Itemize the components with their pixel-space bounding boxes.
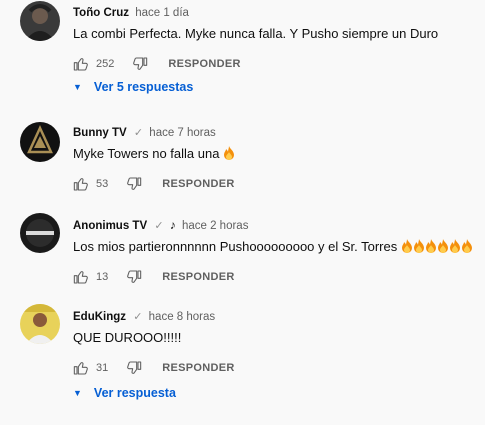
thumbs-up-icon[interactable]: [73, 269, 89, 285]
comment-body: Bunny TV ✓ hace 7 horas Myke Towers no f…: [73, 126, 485, 193]
thumbs-down-icon[interactable]: [126, 176, 142, 192]
comment-header: EduKingz ✓ hace 8 horas: [73, 310, 485, 324]
fire-emoji: [413, 239, 425, 253]
view-replies-button[interactable]: ▼ Ver respuesta: [73, 386, 176, 400]
verified-check-icon: ✓: [154, 220, 164, 232]
timestamp[interactable]: hace 2 horas: [182, 220, 249, 232]
fire-emoji: [461, 239, 473, 253]
music-note-icon: ♪: [169, 218, 176, 232]
comment-actions: 31 RESPONDER: [73, 359, 485, 377]
verified-check-icon: ✓: [133, 311, 143, 323]
thumbs-up-icon[interactable]: [73, 56, 89, 72]
comment-text: Los mios partieronnnnnn Pushooooooooo y …: [73, 238, 485, 256]
timestamp[interactable]: hace 7 horas: [149, 127, 216, 139]
comment-body: EduKingz ✓ hace 8 horas QUE DUROOO!!!!! …: [73, 310, 485, 377]
comment-actions: 53 RESPONDER: [73, 175, 485, 193]
comment-text-content: Myke Towers no falla una: [73, 146, 220, 161]
comment-text-content: Los mios partieronnnnnn Pushooooooooo y …: [73, 239, 398, 254]
author-name[interactable]: Toño Cruz: [73, 7, 129, 19]
view-replies-label: Ver 5 respuestas: [93, 80, 194, 94]
comment-text: Myke Towers no falla una: [73, 145, 485, 163]
view-replies-button[interactable]: ▼ Ver 5 respuestas: [73, 80, 193, 94]
like-count: 252: [96, 58, 115, 70]
author-name[interactable]: EduKingz: [73, 311, 126, 323]
thumbs-up-icon[interactable]: [73, 176, 89, 192]
verified-check-icon: ✓: [133, 127, 144, 139]
comment-actions: 13 RESPONDER: [73, 268, 485, 286]
comment-header: Bunny TV ✓ hace 7 horas: [73, 126, 485, 140]
avatar[interactable]: [20, 1, 60, 41]
comment-actions: 252 RESPONDER: [73, 55, 485, 73]
like-count: 13: [96, 271, 109, 283]
like-count: 53: [96, 178, 109, 190]
author-name[interactable]: Anonimus TV: [73, 220, 147, 232]
author-name[interactable]: Bunny TV: [73, 127, 127, 139]
chevron-down-icon: ▼: [73, 82, 82, 92]
thumbs-down-icon[interactable]: [132, 56, 148, 72]
reply-button[interactable]: RESPONDER: [168, 58, 240, 70]
thumbs-up-icon[interactable]: [73, 360, 89, 376]
view-replies-label: Ver respuesta: [93, 386, 176, 400]
avatar[interactable]: [20, 304, 60, 344]
reply-button[interactable]: RESPONDER: [162, 362, 234, 374]
thumbs-down-icon[interactable]: [126, 360, 142, 376]
fire-emoji: [425, 239, 437, 253]
chevron-down-icon: ▼: [73, 388, 82, 398]
comment-header: Anonimus TV ✓ ♪ hace 2 horas: [73, 218, 485, 233]
avatar[interactable]: [20, 122, 60, 162]
comment-header: Toño Cruz hace 1 día: [73, 6, 485, 20]
timestamp[interactable]: hace 8 horas: [149, 311, 216, 323]
reply-button[interactable]: RESPONDER: [162, 178, 234, 190]
fire-emoji: [449, 239, 461, 253]
comment-body: Toño Cruz hace 1 día La combi Perfecta. …: [73, 6, 485, 73]
timestamp[interactable]: hace 1 día: [135, 7, 189, 19]
fire-emoji: [223, 146, 235, 160]
comment-text: La combi Perfecta. Myke nunca falla. Y P…: [73, 26, 439, 41]
fire-emoji: [437, 239, 449, 253]
avatar[interactable]: [20, 213, 60, 253]
thumbs-down-icon[interactable]: [126, 269, 142, 285]
comment-text: QUE DUROOO!!!!!: [73, 330, 182, 345]
comment-body: Anonimus TV ✓ ♪ hace 2 horas Los mios pa…: [73, 218, 485, 286]
like-count: 31: [96, 362, 109, 374]
fire-emoji: [401, 239, 413, 253]
reply-button[interactable]: RESPONDER: [162, 271, 234, 283]
